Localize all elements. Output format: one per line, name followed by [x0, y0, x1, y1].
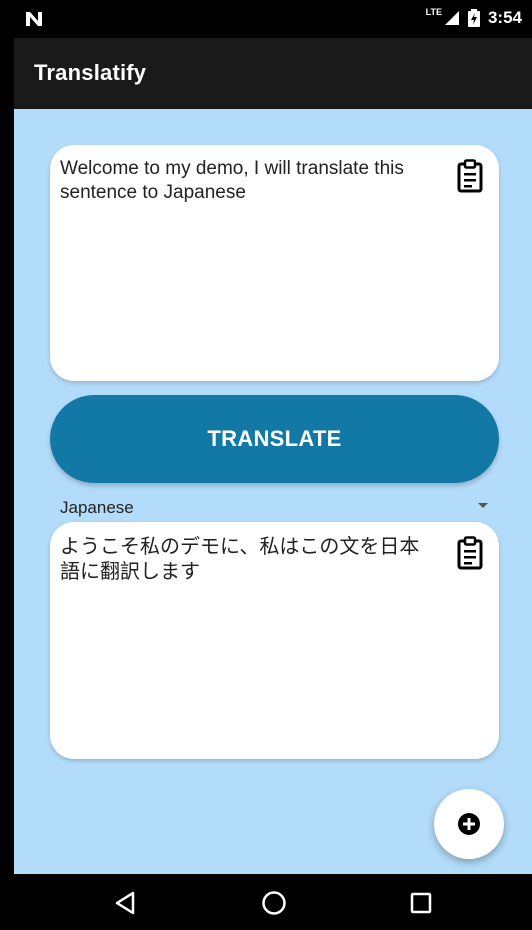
language-dropdown-value: Japanese: [60, 498, 134, 517]
home-circle-icon[interactable]: [259, 888, 289, 918]
back-triangle-icon[interactable]: [112, 888, 142, 918]
navigation-bar: [0, 874, 532, 930]
phone-screen: LTE 3:54 Translatify Welcome to my demo,…: [0, 0, 532, 930]
add-circle-icon: [458, 813, 480, 835]
app-bar: Translatify: [14, 38, 532, 109]
battery-icon: [467, 9, 480, 27]
source-text-card[interactable]: Welcome to my demo, I will translate thi…: [50, 145, 499, 381]
source-text[interactable]: Welcome to my demo, I will translate thi…: [60, 157, 427, 205]
chevron-down-icon: [478, 503, 488, 508]
status-right: LTE 3:54: [425, 7, 522, 28]
result-text-card[interactable]: ようこそ私のデモに、私はこの文を日本語に翻訳します: [50, 522, 499, 759]
status-bar: LTE 3:54: [14, 0, 532, 38]
main-content: Welcome to my demo, I will translate thi…: [14, 109, 532, 874]
clipboard-icon[interactable]: [457, 536, 483, 570]
clock: 3:54: [487, 8, 522, 27]
language-dropdown[interactable]: Japanese: [60, 495, 490, 521]
result-text[interactable]: ようこそ私のデモに、私はこの文を日本語に翻訳します: [60, 534, 427, 584]
network-type: LTE: [425, 7, 442, 17]
add-button[interactable]: [434, 789, 504, 859]
clipboard-icon[interactable]: [457, 159, 483, 193]
recents-square-icon[interactable]: [406, 888, 436, 918]
translate-button[interactable]: TRANSLATE: [50, 395, 499, 483]
notification-n-icon: [26, 12, 42, 26]
app-title: Translatify: [34, 60, 147, 85]
signal-icon: [444, 11, 459, 25]
